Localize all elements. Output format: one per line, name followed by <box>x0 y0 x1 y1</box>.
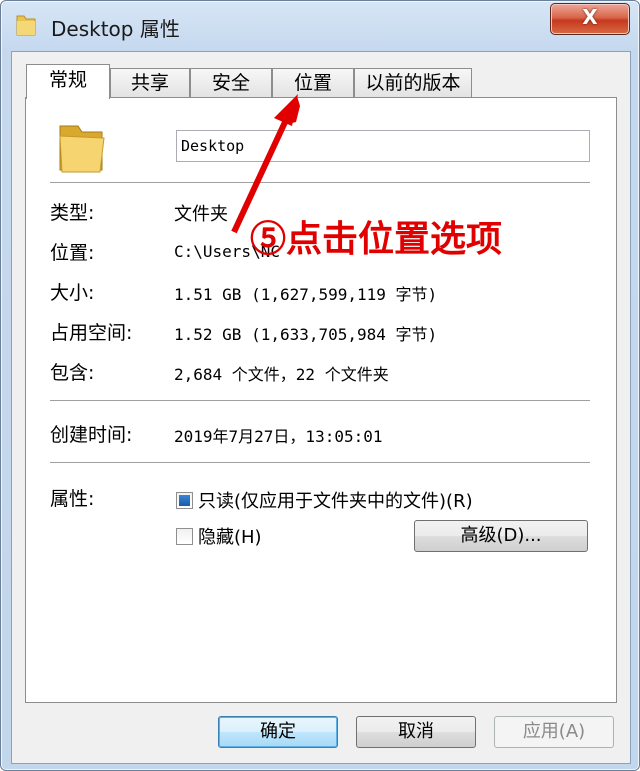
tab-general[interactable]: 常规 <box>26 64 110 99</box>
annotation-callout: ⑤点击位置选项 <box>250 218 503 260</box>
tab-label: 常规 <box>48 69 87 91</box>
annotation-arrow <box>231 94 300 234</box>
